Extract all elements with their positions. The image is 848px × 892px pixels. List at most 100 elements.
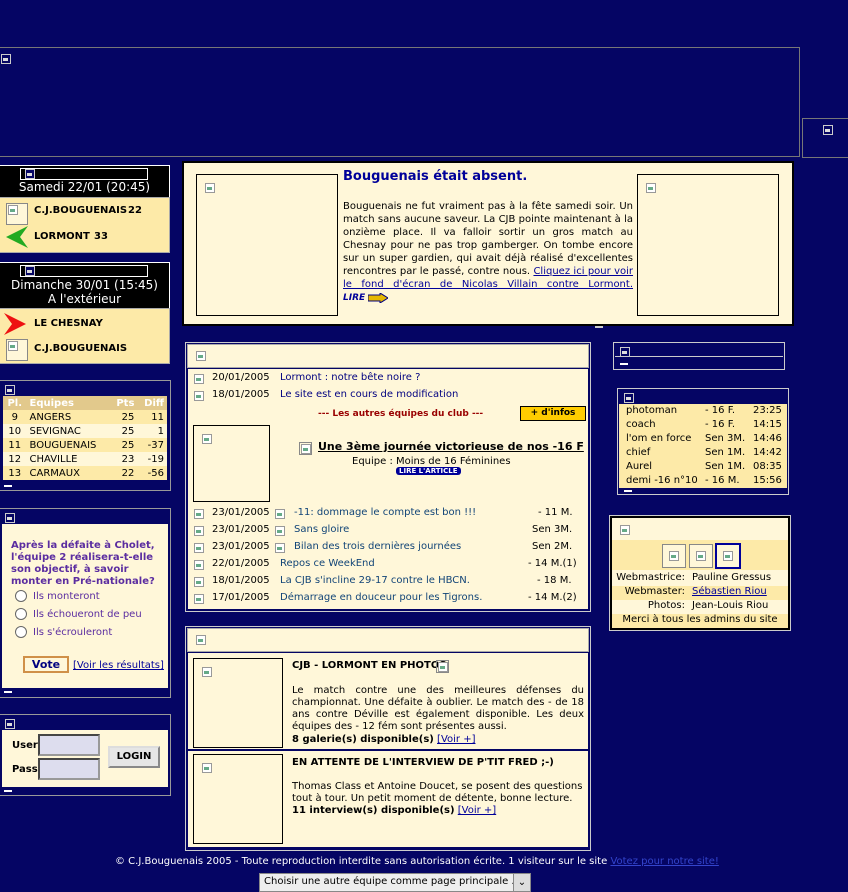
gallery-title[interactable]: CJB - LORMONT EN PHOTOS <box>292 660 447 671</box>
team-select-value: Choisir une autre équipe comme page prin… <box>264 876 521 887</box>
media-header-image-icon <box>195 634 206 645</box>
list-item[interactable]: 18/01/2005 Le site est en cours de modif… <box>188 386 586 403</box>
credit-row-webmaster: Webmaster: Sébastien Riou <box>612 586 788 600</box>
interview-image-icon <box>201 762 212 773</box>
news-header <box>187 344 589 368</box>
ranking-panel: Pl. Equipes Pts Diff 9 ANGERS 25 11 10 SEVIG… <box>0 380 171 491</box>
credit-row-webmastrice: Webmastrice: Pauline Gressus <box>612 572 788 586</box>
news-type-icon <box>274 508 285 519</box>
club-teams-label: --- Les autres équipes du club --- <box>318 409 484 419</box>
admin-photo-3-icon <box>722 550 733 561</box>
poll-image-icon <box>4 512 15 523</box>
news-link[interactable]: Bilan des trois dernières journées <box>294 541 461 552</box>
list-item: demi -16 n°10- 16 M. 15:56 <box>626 475 782 486</box>
news-bullet-icon <box>193 390 204 401</box>
list-item: chief Sen 1M. 14:42 <box>626 447 782 458</box>
online-users-panel: photoman - 16 F. 23:25 coach - 16 F. 14:15 l… <box>617 388 789 495</box>
login-footer-bar <box>4 790 12 792</box>
admin-photo-1[interactable] <box>662 544 686 568</box>
user-input[interactable] <box>38 734 100 756</box>
news-link[interactable]: Lormont : notre bête noire ? <box>280 372 420 383</box>
webmaster-link[interactable]: Sébastien Riou <box>692 586 767 597</box>
news-link[interactable]: -11: dommage le compte est bon !!! <box>294 507 476 518</box>
online-users-list: photoman - 16 F. 23:25 coach - 16 F. 14:15 l… <box>619 404 787 488</box>
poll-results-link[interactable]: [Voir les résultats] <box>73 660 164 671</box>
headline-panel: Bouguenais était absent. Bouguenais ne f… <box>182 161 794 326</box>
interview-body: Thomas Class et Antoine Doucet, se posen… <box>292 781 583 804</box>
news-bullet-icon <box>193 525 204 536</box>
interview-block: EN ATTENTE DE L'INTERVIEW DE P'TIT FRED … <box>188 751 588 847</box>
poll-radio-2[interactable] <box>15 608 27 620</box>
poll-option-1[interactable]: Ils monteront <box>15 590 100 602</box>
poll-radio-1[interactable] <box>15 590 27 602</box>
gallery-more-link[interactable]: [Voir +] <box>437 734 475 745</box>
prev-match-image-icon <box>24 168 35 179</box>
headline-title: Bouguenais était absent. <box>343 169 528 184</box>
pass-label: Pass <box>12 764 38 775</box>
ranking-image-icon <box>4 384 15 395</box>
admin-photo-2[interactable] <box>689 544 713 568</box>
next-match-card: LE CHESNAY C.J.BOUGUENAIS <box>0 308 170 364</box>
interview-more-link[interactable]: [Voir +] <box>458 805 496 816</box>
lire-button[interactable]: LIRE <box>343 291 390 305</box>
feature-image <box>193 425 270 502</box>
footer-copyright: © C.J.Bouguenais 2005 - Toute reproducti… <box>115 856 719 867</box>
vote-button[interactable]: Vote <box>23 656 69 673</box>
news-type-icon <box>274 525 285 536</box>
poll-panel: Après la défaite à Cholet, l'équipe 2 ré… <box>0 508 171 698</box>
headline-left-image-icon <box>204 182 215 193</box>
news-link[interactable]: Sans gloire <box>294 524 349 535</box>
credits-icons <box>612 540 788 570</box>
ranking-header-row: Pl. Equipes Pts Diff <box>3 396 167 410</box>
list-item[interactable]: 17/01/2005 Démarrage en douceur pour les… <box>188 589 586 606</box>
news-link[interactable]: Démarrage en douceur pour les Tigrons. <box>280 592 482 603</box>
admin-photo-2-icon <box>695 550 706 561</box>
pass-input[interactable] <box>38 758 100 780</box>
news-bullet-icon <box>193 542 204 553</box>
admin-photo-3[interactable] <box>715 543 741 569</box>
ranking-col-diff: Diff <box>137 396 167 410</box>
gallery-body: Le match contre une des meilleures défen… <box>292 685 584 732</box>
list-item[interactable]: 23/01/2005 Sans gloire Sen 3M. <box>188 521 586 538</box>
vote-site-link[interactable]: Votez pour notre site! <box>610 856 718 867</box>
list-item: Aurel Sen 1M. 08:35 <box>626 461 782 472</box>
interview-image <box>193 754 283 844</box>
list-item[interactable]: 20/01/2005 Lormont : notre bête noire ? <box>188 369 586 386</box>
interview-count-line: 11 interview(s) disponible(s) [Voir +] <box>292 805 497 816</box>
prev-match-card: C.J.BOUGUENAIS 22 LORMONT 33 <box>0 197 170 253</box>
news-link[interactable]: Repos ce WeekEnd <box>280 558 375 569</box>
user-label: User <box>12 740 38 751</box>
right-panel-1-bar <box>620 363 628 365</box>
team-select[interactable]: Choisir une autre équipe comme page prin… <box>259 873 531 892</box>
table-row: 12 CHAVILLE 23 -19 <box>3 452 167 466</box>
gallery-bullet-icon <box>436 660 449 673</box>
media-panel: CJB - LORMONT EN PHOTOS Le match contre … <box>185 626 591 851</box>
poll-option-2[interactable]: Ils échoueront de peu <box>15 608 142 620</box>
headline-right-image-icon <box>645 182 656 193</box>
side-banner-image-icon <box>822 124 834 135</box>
credits-image-icon <box>619 524 630 535</box>
right-panel-1 <box>613 342 785 370</box>
next-match-venue: A l'extérieur <box>47 292 122 306</box>
feature-title[interactable]: Une 3ème journée victorieuse de nos -16 … <box>318 440 584 453</box>
prev-home-score: 22 <box>128 205 142 216</box>
list-item[interactable]: 23/01/2005 -11: dommage le compte est bo… <box>188 504 586 521</box>
news-link[interactable]: Le site est en cours de modification <box>280 389 458 400</box>
list-item[interactable]: 23/01/2005 Bilan des trois dernières jou… <box>188 538 586 555</box>
read-article-button[interactable]: LIRE L'ARTICLE <box>396 467 461 475</box>
login-button[interactable]: LOGIN <box>108 746 160 768</box>
next-home-team: LE CHESNAY <box>34 318 103 329</box>
news-link[interactable]: La CJB s'incline 29-17 contre le HBCN. <box>280 575 470 586</box>
more-info-button[interactable]: + d'infos <box>520 406 586 421</box>
list-item[interactable]: 22/01/2005 Repos ce WeekEnd - 14 M.(1) <box>188 555 586 572</box>
poll-radio-3[interactable] <box>15 626 27 638</box>
next-away-team: C.J.BOUGUENAIS <box>34 343 128 354</box>
gallery-image-icon <box>201 666 212 677</box>
poll-option-3[interactable]: Ils s'écrouleront <box>15 626 112 638</box>
interview-title[interactable]: EN ATTENTE DE L'INTERVIEW DE P'TIT FRED … <box>292 757 554 768</box>
ranking-col-team: Equipes <box>26 396 110 410</box>
list-item[interactable]: 18/01/2005 La CJB s'incline 29-17 contre… <box>188 572 586 589</box>
poll-body: Après la défaite à Cholet, l'équipe 2 ré… <box>2 524 168 688</box>
list-item: l'om en force Sen 3M. 14:46 <box>626 433 782 444</box>
gallery-image <box>193 658 283 748</box>
